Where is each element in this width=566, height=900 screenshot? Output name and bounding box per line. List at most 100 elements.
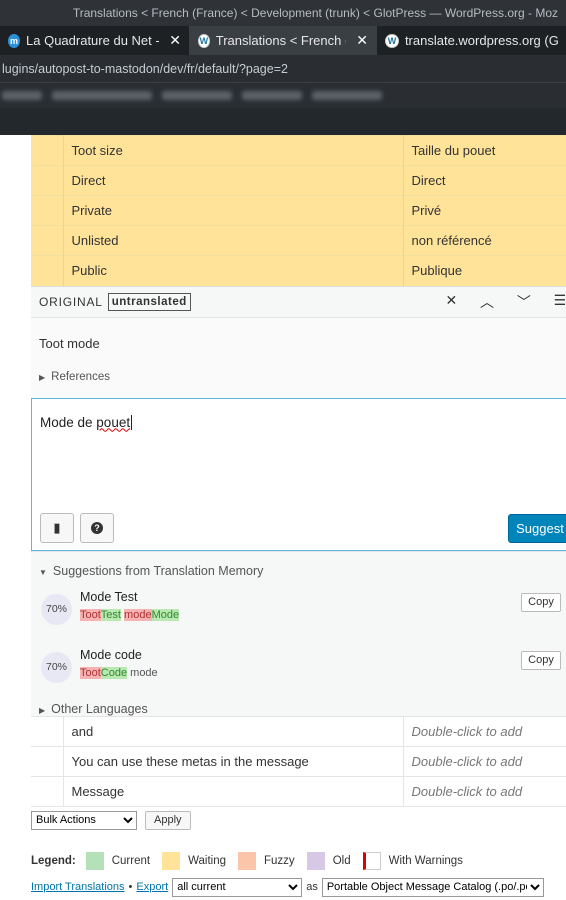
suggestion-item[interactable]: 70% Mode code TootCode mode Copy [39, 646, 563, 694]
help-icon: ? [91, 521, 103, 534]
wp-admin-bar [0, 108, 566, 135]
diff-equal: mode [127, 666, 158, 679]
suggestions-toggle[interactable]: ▼ Suggestions from Translation Memory [39, 564, 563, 578]
url-text: lugins/autopost-to-mastodon/dev/fr/defau… [2, 61, 288, 76]
mastodon-icon: m [8, 33, 21, 48]
other-languages-toggle[interactable]: ▶ Other Languages [39, 702, 563, 716]
suggestion-item[interactable]: 70% Mode Test TootTest modeMode Copy [39, 588, 563, 636]
row-checkbox-cell[interactable] [31, 255, 64, 286]
editor-controls: ✕ ︿ ﹀ ☰ [445, 292, 566, 312]
translation-input-box: Mode de pouet ▮ ? Suggest [31, 397, 566, 551]
legend-label: With Warnings [388, 854, 463, 867]
suggestion-diff: TootCode mode [80, 666, 158, 679]
blurred-bookmark [162, 91, 232, 100]
table-row[interactable]: Public Publique [31, 255, 566, 286]
translation-cell: Taille du pouet [403, 135, 566, 166]
row-checkbox-cell[interactable] [31, 715, 64, 746]
row-checkbox-cell[interactable] [31, 225, 64, 256]
suggest-button[interactable]: Suggest [508, 513, 566, 543]
close-icon[interactable]: ✕ [169, 32, 181, 49]
tab-title: La Quadrature du Net - Ma [26, 33, 159, 48]
original-cell: Private [63, 195, 404, 226]
status-badge: untranslated [107, 292, 191, 311]
original-cell: You can use these metas in the message [63, 745, 404, 776]
legend-label: Waiting [188, 854, 227, 867]
references-label: References [51, 370, 110, 383]
diff-inserted: Code [100, 666, 128, 679]
blurred-bookmark [242, 91, 302, 100]
row-checkbox-cell[interactable] [31, 195, 64, 226]
row-checkbox-cell[interactable] [31, 135, 64, 166]
strings-table-bottom: and Double-click to add You can use thes… [31, 715, 566, 807]
row-checkbox-cell[interactable] [31, 745, 64, 776]
table-row[interactable]: Toot size Taille du pouet [31, 135, 566, 166]
row-checkbox-cell[interactable] [31, 165, 64, 196]
suggestion-text: Mode Test [80, 589, 138, 604]
window-title-bar: Translations < French (France) < Develop… [0, 0, 566, 26]
copy-original-button[interactable]: ▮ [40, 512, 74, 543]
table-row[interactable]: and Double-click to add [31, 715, 566, 746]
diff-inserted: Mode [151, 608, 180, 621]
match-percent: 70% [41, 593, 72, 625]
apply-button[interactable]: Apply [145, 810, 191, 830]
row-checkbox-cell[interactable] [31, 775, 64, 806]
diff-deleted: mode [124, 608, 152, 621]
translation-cell[interactable]: Double-click to add [403, 775, 566, 806]
triangle-right-icon: ▶ [39, 372, 46, 382]
translation-cell[interactable]: Double-click to add [403, 745, 566, 776]
translation-cell: Publique [403, 255, 566, 286]
legend-title: Legend: [31, 854, 76, 867]
translation-cell: Direct [403, 165, 566, 196]
table-row[interactable]: Direct Direct [31, 165, 566, 196]
legend-swatch-warnings [362, 851, 381, 870]
import-export-row: Import Translations • Export all current… [31, 877, 566, 897]
export-format-select[interactable]: Portable Object Message Catalog (.po/.po… [321, 877, 544, 897]
table-row[interactable]: Unlisted non référencé [31, 225, 566, 256]
translation-cell: Privé [403, 195, 566, 226]
table-row[interactable]: You can use these metas in the message D… [31, 745, 566, 776]
table-row[interactable]: Private Privé [31, 195, 566, 226]
browser-tab-translations[interactable]: W Translations < French (Fran ✕ [190, 26, 377, 55]
translation-table-area: Toot size Taille du pouet Direct Direct … [31, 135, 566, 897]
separator: • [128, 881, 133, 893]
close-icon[interactable]: ✕ [356, 32, 368, 49]
references-toggle[interactable]: ▶ References [39, 371, 563, 383]
wordpress-icon: W [385, 33, 399, 48]
diff-deleted: Toot [80, 666, 101, 679]
translation-cell[interactable]: Double-click to add [403, 715, 566, 746]
legend-label: Current [111, 854, 151, 867]
import-translations-link[interactable]: Import Translations [31, 881, 125, 893]
triangle-right-icon: ▶ [39, 705, 46, 715]
export-filter-select[interactable]: all current [172, 877, 303, 897]
other-languages-label: Other Languages [51, 701, 148, 716]
chevron-down-icon[interactable]: ﹀ [517, 292, 532, 312]
legend-label: Fuzzy [264, 854, 295, 867]
as-label: as [306, 881, 318, 893]
legend-label: Old [332, 854, 351, 867]
chevron-up-icon[interactable]: ︿ [480, 292, 495, 312]
wordpress-icon: W [198, 33, 210, 48]
legend-swatch-waiting [162, 851, 181, 870]
legend-swatch-fuzzy [238, 851, 257, 870]
copy-button[interactable]: Copy [521, 650, 561, 670]
url-bar[interactable]: lugins/autopost-to-mastodon/dev/fr/defau… [0, 55, 566, 82]
translation-textarea[interactable]: Mode de pouet [32, 399, 566, 499]
export-link[interactable]: Export [136, 881, 168, 893]
original-cell: Public [63, 255, 404, 286]
blurred-bookmark [312, 91, 382, 100]
bulk-actions-select[interactable]: Bulk Actions [31, 810, 137, 830]
misspelled-word: pouet [96, 414, 131, 430]
table-row[interactable]: Message Double-click to add [31, 775, 566, 806]
menu-icon[interactable]: ☰ [554, 292, 566, 312]
editor-header: ORIGINAL untranslated ✕ ︿ ﹀ ☰ [31, 285, 566, 318]
translation-cell: non référencé [403, 225, 566, 256]
window-title: Translations < French (France) < Develop… [72, 6, 558, 20]
strings-table-top: Toot size Taille du pouet Direct Direct … [31, 135, 566, 286]
close-icon[interactable]: ✕ [445, 292, 458, 312]
tab-title: translate.wordpress.org (G [404, 33, 558, 48]
browser-tab-translate-wordpress[interactable]: W translate.wordpress.org (G [377, 26, 566, 55]
help-button[interactable]: ? [80, 512, 114, 543]
legend-swatch-current [85, 851, 104, 870]
copy-button[interactable]: Copy [521, 592, 561, 612]
browser-tab-quadrature[interactable]: m La Quadrature du Net - Ma ✕ [0, 26, 190, 55]
